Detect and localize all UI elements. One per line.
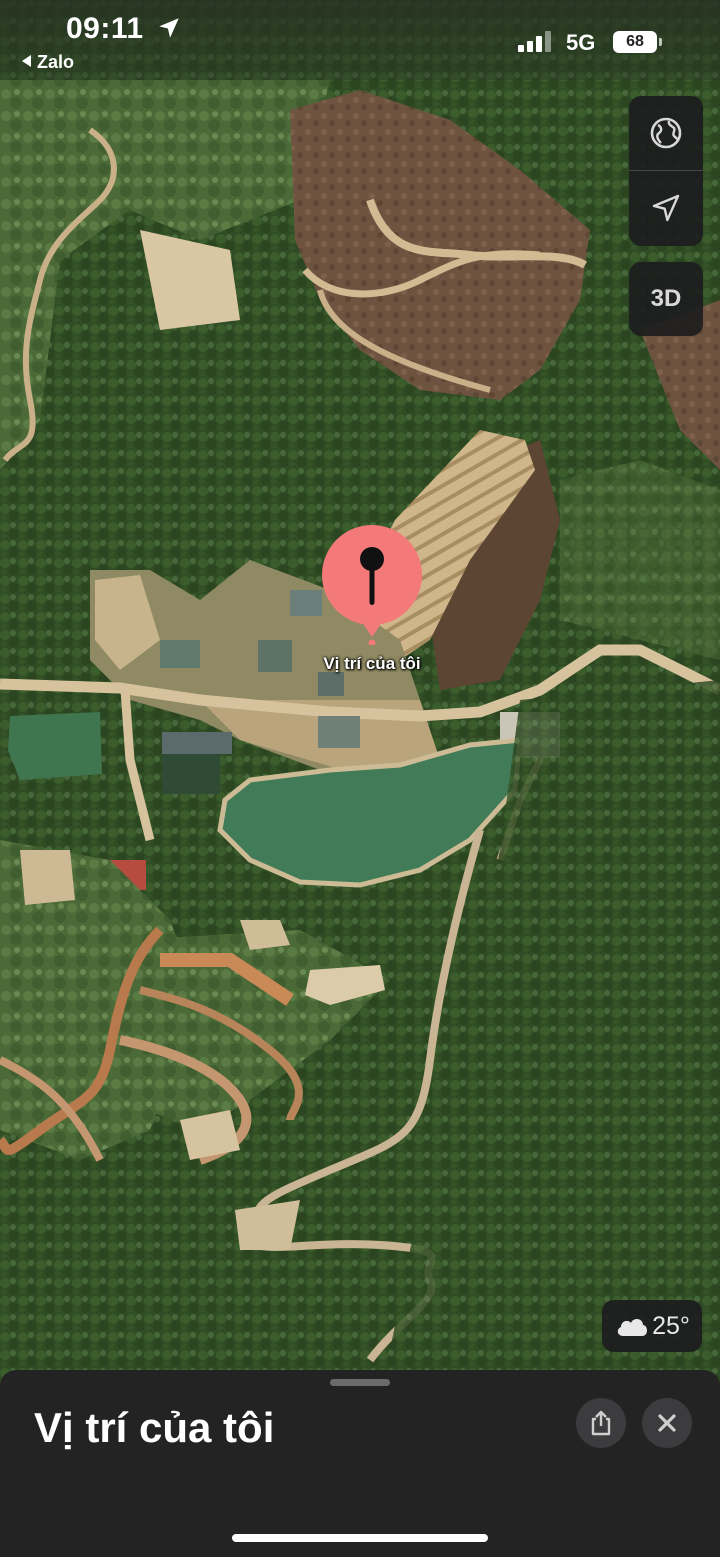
weather-chip[interactable]: 25° [602,1300,702,1352]
temperature: 25° [652,1311,690,1340]
my-location-pin[interactable] [320,525,424,645]
map-control-group [629,96,703,246]
location-arrow-icon [652,194,680,222]
location-services-icon [159,18,179,38]
share-icon [591,1410,611,1436]
network-type: 5G [566,30,596,55]
view-3d-button[interactable]: 3D [629,262,703,336]
close-icon [658,1414,676,1432]
location-sheet: Vị trí của tôi [0,1370,720,1557]
cloud-icon [617,1319,648,1336]
pin-label: Vị trí của tôi [323,654,421,673]
track-location-button[interactable] [629,171,703,245]
sheet-title: Vị trí của tôi [34,1404,275,1451]
share-button[interactable] [576,1398,626,1448]
status-bar: 09:11 Zalo 5G 68 [0,0,720,80]
back-to-app-button[interactable]: Zalo [22,52,74,73]
sheet-grabber[interactable] [330,1379,390,1386]
cellular-signal-icon [518,28,554,52]
back-app-label: Zalo [37,52,75,72]
battery-indicator: 68 [613,31,662,53]
close-button[interactable] [642,1398,692,1448]
home-indicator[interactable] [232,1534,488,1542]
globe-icon [650,117,682,149]
back-arrow-icon [22,55,31,67]
status-time: 09:11 [66,12,144,45]
map-type-button[interactable] [629,96,703,170]
satellite-map[interactable] [0,0,720,1400]
